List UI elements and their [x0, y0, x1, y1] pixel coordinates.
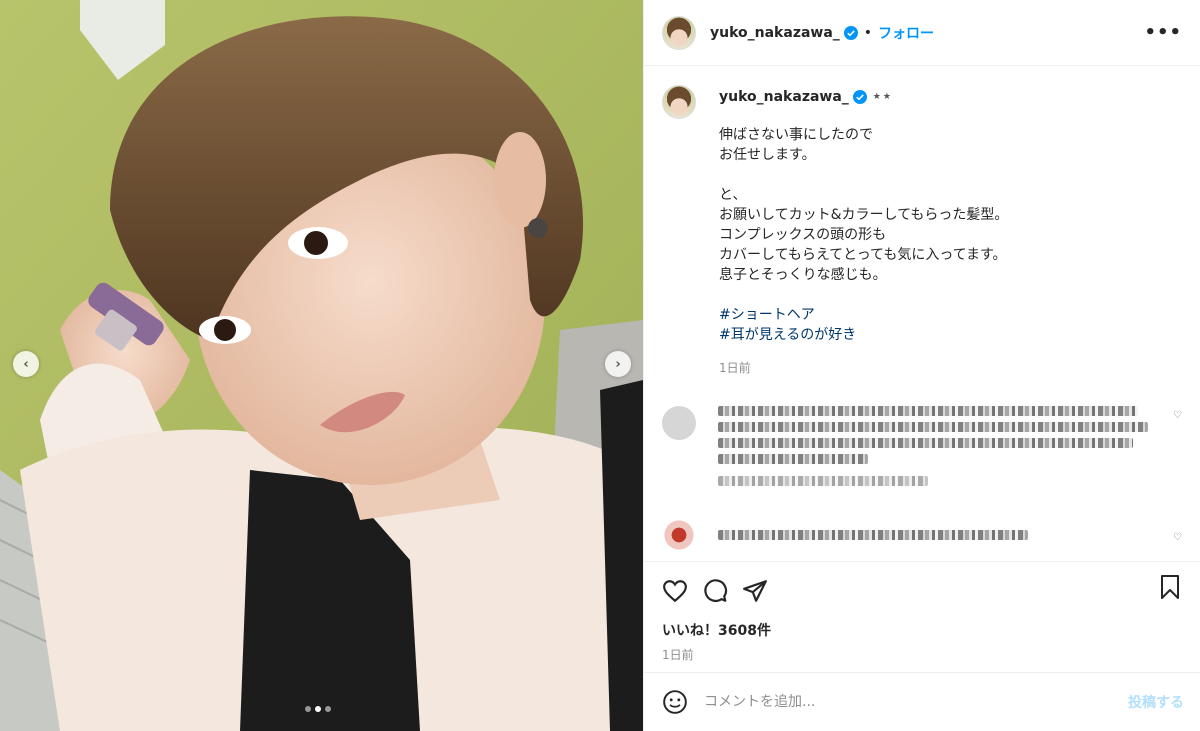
carousel-next-button[interactable]: ›: [605, 351, 631, 377]
verified-badge-icon: [852, 90, 867, 104]
caption-timestamp: 1日前: [719, 361, 751, 375]
carousel-dot-active: [315, 706, 321, 712]
carousel-dot: [305, 706, 311, 712]
bookmark-icon[interactable]: [1158, 574, 1182, 600]
comment-like-icon[interactable]: ♡: [1173, 532, 1182, 543]
emoji-icon[interactable]: [662, 689, 688, 715]
comment-composer: 投稿する: [644, 672, 1200, 731]
post-actions: いいね！3608件 1日前: [644, 561, 1200, 681]
author-username[interactable]: yuko_nakazawa_: [710, 25, 840, 41]
heart-icon[interactable]: [662, 578, 688, 604]
share-icon[interactable]: [742, 578, 768, 604]
caption-text: 伸ばさない事にしたので お任せします。 と、 お願いしてカット&カラーしてもらっ…: [719, 127, 1009, 283]
carousel-prev-button[interactable]: ‹: [13, 351, 39, 377]
comment-blurred-text: [718, 518, 1158, 552]
post-header: yuko_nakazawa_ • フォロー •••: [644, 0, 1200, 66]
post-photo[interactable]: ‹ ›: [0, 0, 643, 731]
caption-stars: ★★: [872, 92, 893, 102]
comment-avatar[interactable]: [662, 406, 696, 440]
follow-button[interactable]: フォロー: [878, 23, 934, 43]
post-comment-button[interactable]: 投稿する: [1128, 692, 1184, 712]
comment-blurred-text: [718, 406, 1158, 492]
caption: yuko_nakazawa_ ★★ 伸ばさない事にしたので お任せします。 と、…: [644, 67, 1200, 376]
like-count[interactable]: いいね！3608件: [644, 610, 1200, 640]
caption-avatar[interactable]: [662, 85, 696, 119]
header-separator: •: [863, 24, 873, 41]
comment-like-icon[interactable]: ♡: [1173, 410, 1182, 421]
comment-avatar[interactable]: [662, 518, 696, 552]
hashtag-link[interactable]: #耳が見えるのが好き: [719, 325, 1184, 345]
more-options-icon[interactable]: •••: [1144, 22, 1182, 43]
selfie-photo: [0, 0, 643, 731]
comments-scroll-area[interactable]: yuko_nakazawa_ ★★ 伸ばさない事にしたので お任せします。 と、…: [644, 67, 1200, 561]
post-side-panel: yuko_nakazawa_ • フォロー ••• yuko_nakazawa_…: [643, 0, 1200, 731]
comment-icon[interactable]: [702, 578, 728, 604]
author-avatar[interactable]: [662, 15, 696, 50]
carousel-dot: [325, 706, 331, 712]
verified-badge-icon: [843, 25, 858, 40]
carousel-indicator: [305, 706, 331, 712]
caption-username[interactable]: yuko_nakazawa_: [719, 89, 849, 105]
post-date: 1日前: [662, 648, 694, 662]
comment-item: ♡: [644, 518, 1200, 552]
hashtag-link[interactable]: #ショートヘア: [719, 305, 1184, 325]
comment-input[interactable]: [704, 694, 1128, 710]
comment-item: ♡: [644, 406, 1200, 492]
